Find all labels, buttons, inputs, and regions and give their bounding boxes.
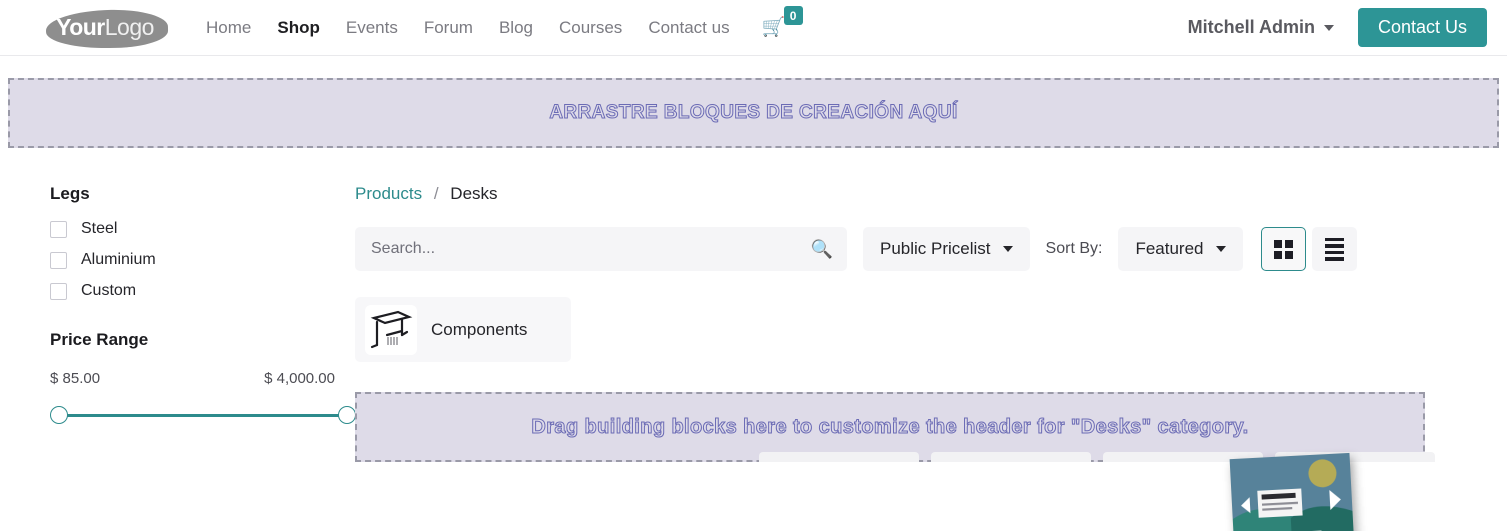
- slider-handle-min[interactable]: [50, 406, 68, 424]
- product-card[interactable]: [1275, 452, 1435, 462]
- price-range-values: $ 85.00 $ 4,000.00: [50, 370, 335, 387]
- contact-us-button[interactable]: Contact Us: [1357, 8, 1487, 47]
- nav-item-shop[interactable]: Shop: [277, 18, 320, 38]
- breadcrumb-link-products[interactable]: Products: [355, 184, 422, 203]
- price-range-slider[interactable]: [50, 403, 356, 427]
- checkbox-steel[interactable]: [50, 220, 67, 238]
- sort-by-dropdown[interactable]: Featured: [1118, 227, 1243, 271]
- list-view-button[interactable]: [1311, 227, 1357, 271]
- nav-item-forum[interactable]: Forum: [424, 18, 473, 38]
- main-navigation: Home Shop Events Forum Blog Courses Cont…: [206, 18, 730, 38]
- search-box[interactable]: 🔍: [355, 227, 847, 271]
- product-card[interactable]: [759, 452, 919, 462]
- chevron-down-icon: [1215, 246, 1226, 252]
- price-max-label: $ 4,000.00: [264, 370, 335, 387]
- shop-toolbar: 🔍 Public Pricelist Sort By: Featured: [355, 227, 1435, 271]
- shop-main-content: Products / Desks 🔍 Public Pricelist Sort…: [355, 184, 1507, 531]
- breadcrumb-separator: /: [433, 184, 439, 203]
- components-thumbnail-icon: [365, 304, 417, 355]
- grid-view-button[interactable]: [1260, 227, 1306, 271]
- checkbox-custom[interactable]: [50, 282, 67, 300]
- cart-count-badge: 0: [783, 6, 803, 25]
- top-building-blocks-dropzone[interactable]: ARRASTRE BLOQUES DE CREACIÓN AQUÍ: [8, 78, 1499, 148]
- cart-button[interactable]: 🛒 0: [761, 6, 803, 38]
- nav-item-courses[interactable]: Courses: [559, 18, 622, 38]
- price-range-title: Price Range: [50, 330, 149, 349]
- checkbox-aluminium[interactable]: [50, 251, 67, 269]
- bottom-dropzone-label: Drag building blocks here to customize t…: [531, 415, 1249, 438]
- filters-sidebar: Legs Steel Aluminium Custom Price Range …: [0, 184, 356, 462]
- category-card-components[interactable]: Components: [355, 297, 571, 362]
- checkbox-steel-label: Steel: [81, 220, 118, 237]
- user-menu[interactable]: Mitchell Admin: [1188, 17, 1334, 38]
- logo-light-text: Logo: [104, 14, 155, 40]
- view-mode-toggle: [1260, 227, 1357, 271]
- pricelist-dropdown[interactable]: Public Pricelist: [863, 227, 1030, 271]
- nav-item-contact-us[interactable]: Contact us: [648, 18, 729, 38]
- list-view-icon: [1324, 237, 1344, 261]
- checkbox-custom-label: Custom: [81, 282, 137, 299]
- desk-frame-illustration: [370, 310, 413, 348]
- top-dropzone-label: ARRASTRE BLOQUES DE CREACIÓN AQUÍ: [549, 102, 958, 124]
- product-card[interactable]: [931, 452, 1091, 462]
- shopping-cart-icon: 🛒: [761, 17, 786, 38]
- pricelist-label: Public Pricelist: [880, 239, 991, 258]
- nav-item-blog[interactable]: Blog: [499, 18, 533, 38]
- filter-option-custom[interactable]: Custom: [50, 282, 335, 300]
- carousel-block-drag-preview: [1229, 452, 1355, 531]
- price-min-label: $ 85.00: [50, 370, 101, 387]
- slider-handle-max[interactable]: [338, 406, 356, 424]
- category-label-components: Components: [431, 319, 528, 339]
- product-card[interactable]: [1103, 452, 1263, 462]
- page-body: Legs Steel Aluminium Custom Price Range …: [0, 148, 1507, 531]
- site-logo[interactable]: YourLogo: [40, 6, 170, 50]
- grid-view-icon: [1273, 239, 1293, 259]
- logo-bold-text: Your: [56, 14, 105, 40]
- user-name-label: Mitchell Admin: [1187, 17, 1315, 37]
- chevron-down-icon: [1323, 24, 1334, 31]
- slider-track: [58, 414, 348, 417]
- product-grid: [759, 452, 1435, 462]
- breadcrumb: Products / Desks: [355, 184, 1435, 204]
- sort-by-value: Featured: [1135, 239, 1204, 258]
- logo-text: YourLogo: [56, 14, 154, 41]
- site-header: YourLogo Home Shop Events Forum Blog Cou…: [0, 0, 1507, 56]
- header-right-group: Mitchell Admin Contact Us: [1188, 8, 1487, 47]
- nav-item-events[interactable]: Events: [346, 18, 398, 38]
- search-icon[interactable]: 🔍: [811, 239, 833, 260]
- filter-option-steel[interactable]: Steel: [50, 220, 335, 238]
- chevron-down-icon: [1002, 246, 1013, 252]
- filter-option-aluminium[interactable]: Aluminium: [50, 251, 335, 269]
- checkbox-aluminium-label: Aluminium: [81, 251, 156, 268]
- search-input[interactable]: [371, 240, 811, 258]
- legs-filter-title: Legs: [50, 184, 90, 203]
- breadcrumb-current-desks: Desks: [450, 184, 498, 203]
- nav-item-home[interactable]: Home: [206, 18, 251, 38]
- sort-by-label: Sort By:: [1045, 240, 1103, 257]
